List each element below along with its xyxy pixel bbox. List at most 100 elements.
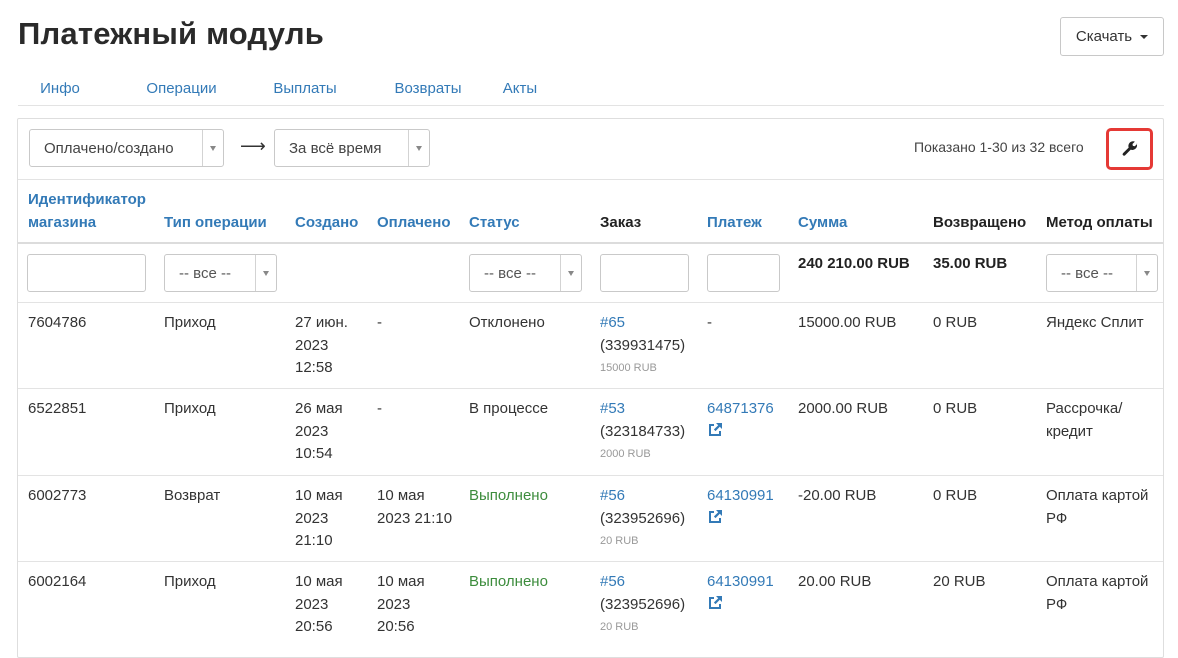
tab-label: Операции: [146, 79, 217, 97]
tab-label: Инфо: [40, 79, 80, 97]
order-filter-input[interactable]: [600, 254, 689, 292]
arrow-right-icon: ⟶: [240, 136, 266, 156]
tab-payouts[interactable]: Выплаты: [255, 71, 355, 105]
created-cell: 27 июн. 2023 12:58: [295, 314, 348, 376]
order-sum: 20 RUB: [600, 535, 639, 547]
caret-down-icon: [560, 255, 581, 291]
col-header-shop-id[interactable]: Идентификатор магазина: [28, 188, 158, 234]
order-cell: #56 (323952696) 20 RUB: [600, 485, 685, 548]
total-amount: 240 210.00 RUB: [798, 255, 910, 272]
caret-down-icon: [1136, 255, 1157, 291]
op-type-cell: Приход: [164, 573, 216, 590]
method-cell: Оплата картой РФ: [1046, 487, 1149, 527]
order-link[interactable]: #65: [600, 312, 685, 335]
payment-link[interactable]: 64130991: [707, 571, 774, 594]
col-header-amount[interactable]: Сумма: [798, 211, 847, 234]
payment-cell: 64130991: [707, 485, 774, 525]
payment-filter-input[interactable]: [707, 254, 780, 292]
order-cell: #53 (323184733) 2000 RUB: [600, 398, 685, 461]
tab-label: Возвраты: [394, 79, 462, 97]
caret-down-icon: [202, 130, 223, 166]
method-cell: Рассрочка/кредит: [1046, 400, 1123, 440]
col-header-status[interactable]: Статус: [469, 211, 520, 234]
payment-link[interactable]: 64871376: [707, 398, 774, 421]
amount-cell: 20.00 RUB: [798, 573, 872, 590]
paid-cell: -: [377, 400, 382, 417]
payment-cell: 64871376: [707, 398, 774, 438]
order-sum: 15000 RUB: [600, 362, 657, 374]
created-cell: 26 мая 2023 10:54: [295, 400, 343, 462]
wrench-icon: [1122, 141, 1137, 156]
refunded-cell: 0 RUB: [933, 400, 978, 417]
period-value: За всё время: [289, 139, 382, 157]
created-cell: 10 мая 2023 21:10: [295, 487, 343, 549]
shop-id-cell: 6522851: [28, 400, 87, 417]
row-divider: [18, 388, 1163, 389]
amount-cell: 15000.00 RUB: [798, 314, 897, 331]
external-link-button[interactable]: [707, 595, 774, 611]
op-type-cell: Приход: [164, 400, 216, 417]
external-link-button[interactable]: [707, 509, 774, 525]
method-cell: Оплата картой РФ: [1046, 573, 1149, 613]
download-button[interactable]: Скачать: [1060, 17, 1164, 56]
status-cell: Выполнено: [469, 487, 548, 504]
method-cell: Яндекс Сплит: [1046, 314, 1144, 331]
order-id: (323952696): [600, 509, 686, 527]
tab-label: Акты: [502, 79, 538, 97]
payment-cell: -: [707, 314, 712, 331]
refunded-cell: 0 RUB: [933, 314, 978, 331]
total-refunded: 35.00 RUB: [933, 255, 1008, 272]
payment-link[interactable]: 64130991: [707, 485, 774, 508]
external-link-icon: [709, 422, 722, 436]
row-divider: [18, 561, 1163, 562]
paid-cell: 10 мая 2023 20:56: [377, 573, 425, 635]
tab-operations[interactable]: Операции: [120, 71, 243, 105]
col-header-order: Заказ: [600, 214, 642, 231]
op-type-cell: Приход: [164, 314, 216, 331]
col-header-refunded: Возвращено: [933, 214, 1027, 231]
table-settings-button[interactable]: [1106, 128, 1153, 170]
order-link[interactable]: #56: [600, 485, 685, 508]
paid-cell: 10 мая 2023 21:10: [377, 487, 453, 527]
tab-refunds[interactable]: Возвраты: [378, 71, 478, 105]
tab-acts[interactable]: Акты: [490, 71, 550, 105]
caret-down-icon: [1140, 34, 1149, 39]
status-filter-select[interactable]: -- все --: [469, 254, 582, 292]
tab-label: Выплаты: [273, 79, 337, 97]
amount-cell: 2000.00 RUB: [798, 400, 889, 417]
method-filter-select[interactable]: -- все --: [1046, 254, 1158, 292]
date-type-value: Оплачено/создано: [44, 139, 174, 157]
period-select[interactable]: За всё время: [274, 129, 430, 167]
col-header-op-type[interactable]: Тип операции: [164, 211, 267, 234]
col-header-paid[interactable]: Оплачено: [377, 211, 451, 234]
status-cell: Выполнено: [469, 573, 548, 590]
order-id: (323184733): [600, 422, 686, 440]
order-id: (339931475): [600, 336, 686, 354]
order-link[interactable]: #53: [600, 398, 685, 421]
status-cell: Отклонено: [469, 314, 545, 331]
shop-id-cell: 6002773: [28, 487, 87, 504]
refunded-cell: 20 RUB: [933, 573, 986, 590]
results-count: Показано 1-30 из 32 всего: [914, 139, 1084, 155]
divider: [18, 302, 1163, 303]
status-cell: В процессе: [469, 400, 549, 417]
external-link-icon: [709, 509, 722, 523]
date-type-select[interactable]: Оплачено/создано: [29, 129, 224, 167]
op-type-cell: Возврат: [164, 487, 221, 504]
external-link-icon: [709, 595, 722, 609]
shop-id-filter-input[interactable]: [27, 254, 146, 292]
col-header-method: Метод оплаты: [1046, 214, 1153, 231]
header-divider: [18, 242, 1163, 244]
order-sum: 20 RUB: [600, 621, 639, 633]
order-sum: 2000 RUB: [600, 448, 651, 460]
tab-info[interactable]: Инфо: [18, 71, 102, 105]
external-link-button[interactable]: [707, 422, 774, 438]
order-id: (323952696): [600, 595, 686, 613]
row-divider: [18, 475, 1163, 476]
order-link[interactable]: #56: [600, 571, 685, 594]
col-header-payment[interactable]: Платеж: [707, 211, 762, 234]
tab-bar: Инфо Операции Выплаты Возвраты Акты: [18, 71, 1164, 106]
op-type-filter-select[interactable]: -- все --: [164, 254, 277, 292]
col-header-created[interactable]: Создано: [295, 211, 358, 234]
order-cell: #56 (323952696) 20 RUB: [600, 571, 685, 634]
